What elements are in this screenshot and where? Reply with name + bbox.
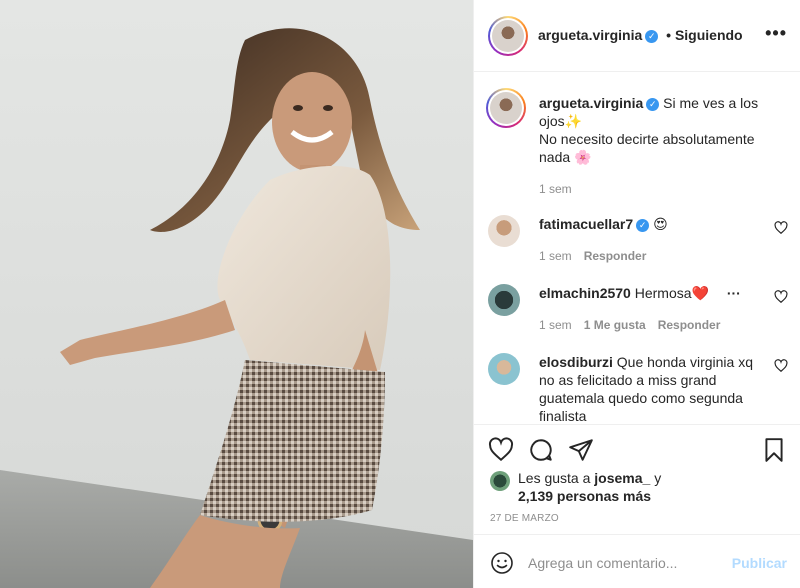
post-date[interactable]: 27 DE MARZO: [490, 513, 559, 524]
commenter-avatar[interactable]: [488, 284, 520, 316]
comments-list[interactable]: argueta.virginia ✓ Si me ves a los ojos✨ …: [474, 72, 800, 424]
caption-time[interactable]: 1 sem: [539, 182, 572, 196]
comment-icon[interactable]: [528, 437, 554, 463]
comment-likes-count[interactable]: 1 Me gusta: [584, 318, 646, 332]
author-avatar[interactable]: [488, 16, 528, 56]
emoji-icon[interactable]: [490, 551, 514, 575]
commenter-avatar[interactable]: [488, 353, 520, 385]
add-comment-bar: Publicar: [474, 534, 800, 588]
verified-badge-icon: ✓: [646, 98, 660, 111]
author-username[interactable]: argueta.virginia: [538, 27, 642, 43]
comment-body: elmachin2570 Hermosa❤️ ··· 1 sem 1 Me gus…: [539, 284, 767, 334]
comment-like-heart-icon[interactable]: [774, 359, 788, 373]
comment-body: fatimacuellar7 ✓ 😍 1 sem Responder: [539, 215, 767, 265]
comment-input[interactable]: [528, 555, 718, 571]
caption-avatar[interactable]: [486, 88, 526, 128]
caption-meta: 1 sem: [539, 180, 767, 198]
caption-username[interactable]: argueta.virginia: [539, 95, 643, 111]
post-header: argueta.virginia ✓ • Siguiendo •••: [474, 0, 800, 72]
comment-text: Hermosa❤️: [634, 285, 709, 301]
likes-suffix: y: [654, 470, 662, 486]
comment-body: elosdiburzi Que honda virginia xq no as …: [539, 353, 767, 424]
publish-button[interactable]: Publicar: [732, 555, 787, 571]
comment-username[interactable]: fatimacuellar7: [539, 216, 633, 232]
more-options-icon[interactable]: •••: [765, 23, 787, 44]
caption-text-2: No necesito decirte absolutamente nada 🌸: [539, 131, 755, 165]
reply-button[interactable]: Responder: [584, 249, 647, 263]
post-image: [0, 0, 473, 588]
heart-icon[interactable]: [488, 437, 514, 463]
comment-more-icon[interactable]: ···: [727, 285, 741, 301]
comment-username[interactable]: elmachin2570: [539, 285, 631, 301]
share-icon[interactable]: [568, 437, 594, 463]
author-line: argueta.virginia ✓ • Siguiendo: [538, 27, 743, 43]
reply-button[interactable]: Responder: [658, 318, 721, 332]
caption-body: argueta.virginia ✓ Si me ves a los ojos✨ …: [539, 94, 767, 198]
comment-time[interactable]: 1 sem: [539, 318, 572, 332]
commenter-avatar[interactable]: [488, 215, 520, 247]
following-button[interactable]: • Siguiendo: [666, 27, 742, 43]
likes-prefix: Les gusta a: [518, 470, 591, 486]
likes-count[interactable]: 2,139 personas más: [518, 487, 651, 505]
comment-meta: 1 sem Responder: [539, 247, 767, 265]
comment-time[interactable]: 1 sem: [539, 249, 572, 263]
comment-like-heart-icon[interactable]: [774, 290, 788, 304]
likes-line-1: Les gusta a josema_ y: [518, 469, 661, 487]
liker-username[interactable]: josema_: [594, 470, 650, 486]
comment-username[interactable]: elosdiburzi: [539, 354, 613, 370]
comment-like-heart-icon[interactable]: [774, 221, 788, 235]
verified-badge-icon: ✓: [645, 30, 659, 43]
comment-text: 😍: [653, 216, 668, 232]
post-side-panel: argueta.virginia ✓ • Siguiendo ••• arguet…: [473, 0, 800, 588]
verified-badge-icon: ✓: [636, 219, 650, 232]
post-actions: Les gusta a josema_ y 2,139 personas más…: [474, 424, 800, 534]
comment-meta: 1 sem 1 Me gusta Responder: [539, 316, 767, 334]
bookmark-icon[interactable]: [761, 437, 787, 463]
post-photo[interactable]: [0, 0, 473, 588]
liker-avatar[interactable]: [490, 471, 510, 491]
